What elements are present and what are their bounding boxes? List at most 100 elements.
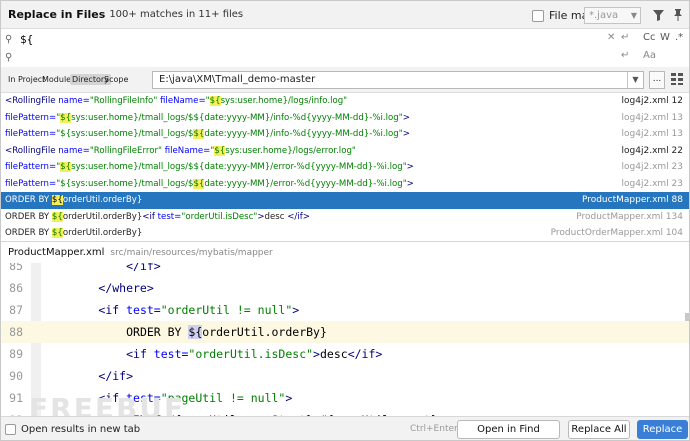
search-input[interactable] bbox=[20, 32, 580, 46]
regex-toggle[interactable]: .* bbox=[675, 32, 683, 43]
chevron-down-icon: ▼ bbox=[630, 11, 637, 20]
open-new-tab-label[interactable]: Open results in new tab bbox=[21, 424, 140, 435]
result-text: filePattern= bbox=[5, 112, 57, 123]
whole-word-toggle[interactable]: W bbox=[660, 32, 670, 43]
result-text: "${sys:user.home}/tmall_logs/$ bbox=[56, 129, 194, 139]
result-location: log4j2.xml 23 bbox=[621, 162, 683, 172]
result-location: log4j2.xml 13 bbox=[621, 112, 683, 123]
result-location: log4j2.xml 13 bbox=[621, 129, 683, 139]
line-number: 87 bbox=[9, 303, 23, 317]
replace-all-button[interactable]: Replace All bbox=[568, 420, 630, 439]
code-token: ORDER BY bbox=[126, 325, 189, 339]
result-row[interactable]: filePattern="${sys:user.home}/tmall_logs… bbox=[1, 110, 689, 127]
result-text: orderUtil.orderBy} bbox=[62, 211, 143, 222]
line-number: 91 bbox=[9, 391, 23, 405]
directory-path-field[interactable]: E:\java\XM\Tmall_demo-master ▼ bbox=[152, 71, 644, 89]
clear-icon[interactable]: ✕ bbox=[607, 32, 615, 43]
line-number: 92 bbox=[1, 409, 23, 416]
chevron-down-icon[interactable]: ▼ bbox=[627, 72, 643, 88]
dialog-title: Replace in Files bbox=[8, 8, 106, 21]
code-text: </if> bbox=[43, 263, 161, 277]
scope-bar: In Project Module Directory Scope E:\jav… bbox=[1, 67, 689, 93]
result-text: desc bbox=[264, 211, 288, 222]
code-text: <if test="orderUtil.isDesc">desc</if> bbox=[43, 343, 382, 365]
preview-file-path: src/main/resources/mybatis/mapper bbox=[110, 247, 273, 258]
code-line: 90 </if> bbox=[1, 365, 689, 387]
code-token: > bbox=[292, 303, 300, 317]
match-highlight: ${ bbox=[214, 145, 226, 156]
replace-in-files-dialog: Replace in Files 100+ matches in 11+ fil… bbox=[0, 0, 690, 441]
result-text: date:yyyy-MM}/error-%d{yyyy-MM-dd}-%i.lo… bbox=[204, 178, 407, 189]
dialog-header: Replace in Files 100+ matches in 11+ fil… bbox=[1, 1, 689, 29]
replace-button[interactable]: Replace bbox=[637, 420, 688, 439]
match-highlight: ${ bbox=[51, 211, 63, 222]
file-mask-checkbox[interactable] bbox=[532, 9, 544, 22]
result-text: > bbox=[402, 129, 410, 139]
result-text: </if> bbox=[287, 211, 310, 222]
result-text: "RollingFileInfo" bbox=[89, 96, 161, 106]
open-new-tab-checkbox[interactable] bbox=[5, 424, 16, 435]
line-number: 88 bbox=[9, 325, 23, 339]
code-token: </if> bbox=[98, 369, 134, 383]
result-text: > bbox=[406, 162, 414, 172]
newline-icon[interactable]: ↵ bbox=[621, 50, 629, 61]
line-number: 85 bbox=[9, 263, 23, 273]
file-mask-select[interactable]: *.java ▼ bbox=[584, 7, 641, 24]
code-text: </if> bbox=[43, 365, 133, 387]
replace-icon[interactable]: ⚲ bbox=[5, 52, 19, 63]
result-text: filePattern= bbox=[5, 178, 57, 189]
newline-icon[interactable]: ↵ bbox=[621, 32, 629, 43]
tab-scope[interactable]: Scope bbox=[104, 75, 128, 84]
code-token: desc bbox=[319, 347, 348, 361]
result-text: ORDER BY bbox=[5, 211, 52, 222]
code-token: </where> bbox=[98, 281, 154, 295]
preserve-case-toggle[interactable]: Aa bbox=[643, 50, 656, 61]
result-location: ProductMapper.xml 134 bbox=[576, 211, 683, 222]
result-text: test= bbox=[157, 211, 182, 222]
line-number: 90 bbox=[9, 369, 23, 383]
browse-button[interactable]: ... bbox=[649, 71, 665, 89]
code-token: </if> bbox=[126, 263, 161, 273]
results-list: <RollingFile name="RollingFileInfo" file… bbox=[1, 93, 689, 242]
match-count: 100+ matches in 11+ files bbox=[109, 9, 244, 20]
result-text: "${sys:user.home}/tmall_logs/$ bbox=[56, 178, 194, 189]
code-token: "orderUtil.isDesc" bbox=[188, 347, 314, 361]
open-in-find-window-button[interactable]: Open in Find Window bbox=[457, 420, 560, 439]
result-row[interactable]: ORDER BY ${orderUtil.orderBy} ProductOrde… bbox=[1, 225, 689, 242]
code-token: "orderUtil != null" bbox=[160, 303, 293, 317]
code-line: 89 <if test="orderUtil.isDesc">desc</if> bbox=[1, 343, 689, 365]
result-text: name= bbox=[58, 96, 90, 106]
tab-in-project[interactable]: In Project bbox=[8, 75, 45, 84]
replace-row: ⚲ ↵ Aa bbox=[1, 47, 689, 68]
code-text: </where> bbox=[43, 277, 154, 299]
pin-icon[interactable] bbox=[671, 7, 685, 23]
result-location: ProductOrderMapper.xml 104 bbox=[550, 228, 683, 238]
match-case-toggle[interactable]: Cc bbox=[643, 32, 655, 43]
result-row[interactable]: filePattern="${sys:user.home}/tmall_logs… bbox=[1, 176, 689, 193]
code-token: test= bbox=[126, 303, 161, 317]
result-text: <if bbox=[142, 211, 158, 222]
code-line: 88 ORDER BY ${orderUtil.orderBy} bbox=[1, 321, 689, 343]
match-highlight: ${ bbox=[193, 129, 205, 139]
replace-input[interactable] bbox=[20, 50, 580, 64]
tab-module[interactable]: Module bbox=[42, 75, 71, 84]
match-highlight: ${ bbox=[193, 178, 205, 189]
result-text: <RollingFile bbox=[5, 96, 59, 106]
result-row[interactable]: filePattern="${sys:user.home}/tmall_logs… bbox=[1, 126, 689, 143]
grid-icon[interactable] bbox=[670, 72, 684, 86]
result-row[interactable]: <RollingFile name="RollingFileInfo" file… bbox=[1, 93, 689, 110]
match-highlight: ${ bbox=[51, 228, 63, 238]
result-row[interactable]: ORDER BY ${orderUtil.orderBy} ProductMapp… bbox=[1, 192, 689, 209]
result-row[interactable]: <RollingFile name="RollingFileError" fil… bbox=[1, 143, 689, 160]
filter-icon[interactable] bbox=[651, 7, 665, 23]
result-text: filePattern= bbox=[5, 162, 57, 172]
file-mask-value: *.java bbox=[589, 10, 619, 21]
result-row[interactable]: filePattern="${sys:user.home}/tmall_logs… bbox=[1, 159, 689, 176]
result-text: > bbox=[406, 178, 414, 189]
match-highlight: ${ bbox=[209, 96, 221, 106]
dialog-footer: Open results in new tab Ctrl+Enter Open … bbox=[1, 416, 689, 440]
search-icon[interactable]: ⚲ bbox=[5, 34, 19, 45]
line-number: 86 bbox=[9, 281, 23, 295]
result-row[interactable]: ORDER BY ${orderUtil.orderBy}<if test="o… bbox=[1, 209, 689, 226]
result-text: name= bbox=[58, 145, 90, 156]
